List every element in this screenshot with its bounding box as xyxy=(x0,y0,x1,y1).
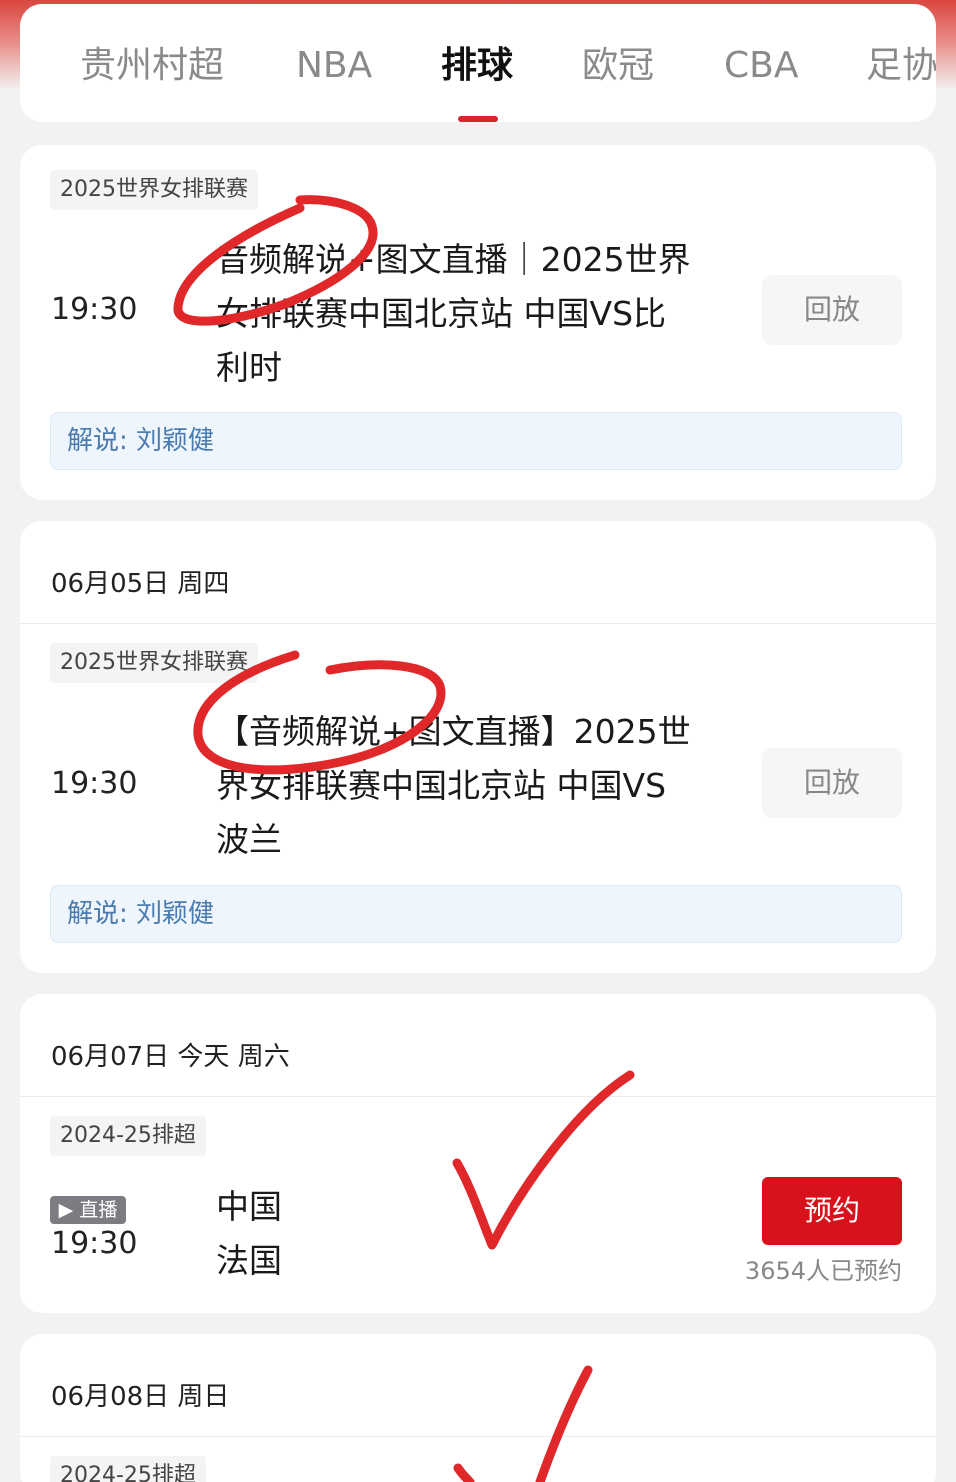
match-title[interactable]: 音频解说+图文直播｜2025世界女排联赛中国北京站 中国VS比利时 xyxy=(216,233,696,395)
league-tag: 2025世界女排联赛 xyxy=(50,170,258,210)
replay-button[interactable]: 回放 xyxy=(762,275,902,345)
sport-tab-bar: 贵州村超 NBA 排球 欧冠 CBA 足协 xyxy=(20,4,936,122)
tab-ucl[interactable]: 欧冠 xyxy=(582,42,654,90)
tab-nba[interactable]: NBA xyxy=(296,42,372,90)
date-header: 06月07日 今天 周六 xyxy=(51,1042,290,1072)
replay-button[interactable]: 回放 xyxy=(762,748,902,818)
tab-guizhou-village-super[interactable]: 贵州村超 xyxy=(80,42,224,90)
live-badge: ▶ 直播 xyxy=(50,1196,126,1224)
date-header: 06月05日 周四 xyxy=(51,569,230,599)
home-team: 中国 xyxy=(216,1187,282,1226)
match-card[interactable]: 2025世界女排联赛 19:30 音频解说+图文直播｜2025世界女排联赛中国北… xyxy=(20,145,936,500)
match-day-card: 06月07日 今天 周六 2024-25排超 ▶ 直播 19:30 中国 法国 … xyxy=(20,994,936,1313)
tab-volleyball[interactable]: 排球 xyxy=(441,42,513,90)
date-header: 06月08日 周日 xyxy=(51,1382,230,1412)
active-tab-indicator xyxy=(458,116,498,122)
match-title[interactable]: 【音频解说+图文直播】2025世界女排联赛中国北京站 中国VS波兰 xyxy=(216,705,696,867)
commentator-bar: 解说: 刘颖健 xyxy=(50,885,902,943)
league-tag: 2025世界女排联赛 xyxy=(50,643,258,683)
reserve-count: 3654人已预约 xyxy=(744,1257,902,1285)
match-time: 19:30 xyxy=(51,766,138,801)
match-day-card: 06月08日 周日 2024-25排超 xyxy=(20,1334,936,1482)
away-team: 法国 xyxy=(216,1241,282,1280)
divider xyxy=(20,1436,936,1437)
commentator-bar: 解说: 刘颖健 xyxy=(50,412,902,470)
reserve-button[interactable]: 预约 xyxy=(762,1177,902,1245)
divider xyxy=(20,623,936,624)
tab-cba[interactable]: CBA xyxy=(724,42,798,90)
match-time: 19:30 xyxy=(51,292,138,327)
match-day-card: 06月05日 周四 2025世界女排联赛 19:30 【音频解说+图文直播】20… xyxy=(20,521,936,973)
league-tag: 2024-25排超 xyxy=(50,1456,206,1482)
divider xyxy=(20,1096,936,1097)
match-time: 19:30 xyxy=(51,1226,138,1261)
tab-football-association[interactable]: 足协 xyxy=(866,42,936,90)
league-tag: 2024-25排超 xyxy=(50,1116,206,1156)
